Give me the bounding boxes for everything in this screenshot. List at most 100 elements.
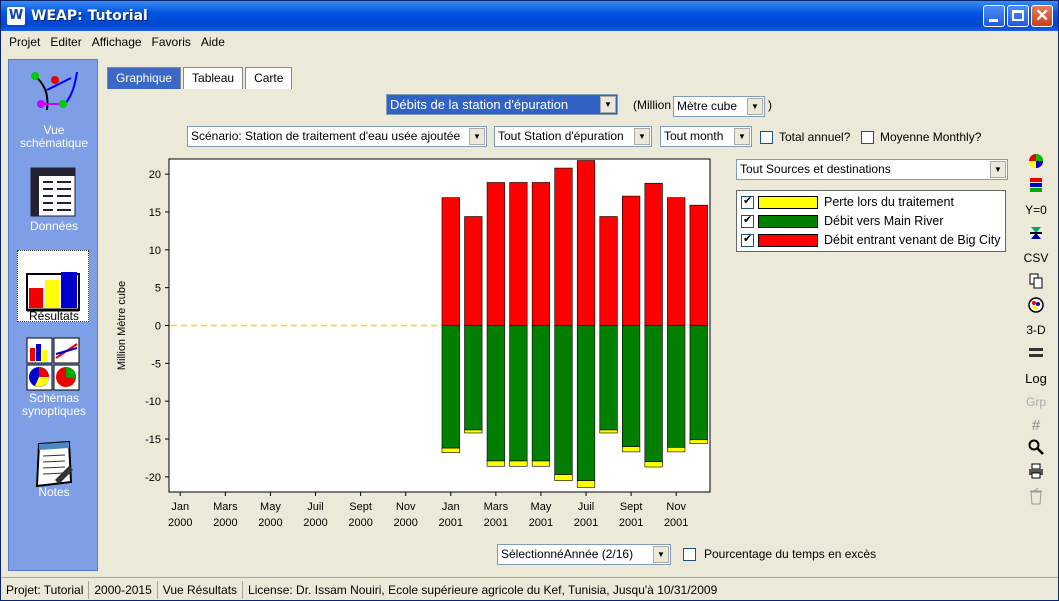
exceedance-label: Pourcentage du temps en excès <box>704 547 877 561</box>
window-title: WEAP: Tutorial <box>31 8 148 24</box>
y-tick-label: 5 <box>155 283 161 295</box>
y-tick-label: -10 <box>145 396 161 408</box>
total-annual-label: Total annuel? <box>779 130 851 144</box>
y-tick-label: -15 <box>145 434 161 446</box>
x-tick-label-year: 2001 <box>664 517 688 529</box>
check-icon: ✔ <box>743 213 753 226</box>
minimize-icon <box>989 19 998 22</box>
grid-icon: # <box>1031 417 1041 434</box>
csv-export-button[interactable]: CSV <box>1019 251 1053 265</box>
color-wheel-icon <box>1029 154 1043 168</box>
legend-swatch-main-river <box>758 214 818 228</box>
legend-checkbox-main-river[interactable]: ✔ <box>741 213 754 228</box>
bar-main-river <box>599 325 618 431</box>
legend-item-big-city[interactable]: ✔ Débit entrant venant de Big City <box>741 231 1001 249</box>
x-tick-label-month: Jan <box>171 501 189 513</box>
station-select-value: Tout Station d'épuration <box>498 129 624 143</box>
x-tick-label-year: 2000 <box>393 517 417 529</box>
bar-main-river <box>689 325 708 441</box>
scenario-select[interactable]: Scénario: Station de traitement d'eau us… <box>187 126 487 147</box>
x-tick-label-year: 2000 <box>348 517 372 529</box>
menu-affichage[interactable]: Affichage <box>90 33 144 51</box>
tab-graphique[interactable]: Graphique <box>107 67 182 89</box>
log-scale-button[interactable]: Log <box>1019 371 1053 386</box>
minimize-button[interactable] <box>983 5 1005 27</box>
x-tick-label-month: Nov <box>666 501 686 513</box>
bar-big-city <box>531 182 551 326</box>
bar-main-river <box>554 325 573 475</box>
line-icon <box>1029 348 1043 357</box>
title-bar: W WEAP: Tutorial ✕ <box>1 1 1058 31</box>
line-style-button[interactable] <box>1019 345 1053 362</box>
status-view: Vue Résultats <box>158 580 244 599</box>
menu-editer[interactable]: Editer <box>48 33 83 51</box>
x-tick-label-year: 2001 <box>619 517 643 529</box>
legend-swatch-loss <box>758 195 818 209</box>
notepad-icon <box>35 440 73 488</box>
legend-checkbox-loss[interactable]: ✔ <box>741 194 754 209</box>
legend-item-main-river[interactable]: ✔ Débit vers Main River <box>741 212 943 230</box>
x-tick-label-month: Sept <box>349 501 372 513</box>
delete-button[interactable] <box>1019 487 1053 508</box>
variable-select-value: Débits de la station d'épuration <box>390 97 569 112</box>
menu-projet[interactable]: Projet <box>7 33 42 51</box>
print-button[interactable] <box>1019 463 1053 482</box>
grid-button[interactable]: # <box>1019 417 1053 434</box>
x-tick-label-month: Nov <box>396 501 416 513</box>
x-tick-label-year: 2000 <box>168 517 192 529</box>
month-select[interactable]: Tout month ▼ <box>660 126 752 147</box>
bar-treatment-loss <box>689 439 708 444</box>
year-select[interactable]: SélectionnéAnnée (2/16) ▼ <box>497 544 671 565</box>
zoom-icon <box>1028 439 1044 455</box>
x-tick-label-year: 2000 <box>213 517 237 529</box>
close-icon: ✕ <box>1035 6 1050 25</box>
bar-main-river <box>644 325 663 463</box>
check-icon: ✔ <box>743 194 753 207</box>
3d-button[interactable]: 3-D <box>1019 323 1053 337</box>
x-tick-label-month: Jan <box>442 501 460 513</box>
legend-checkbox-big-city[interactable]: ✔ <box>741 233 754 247</box>
zoom-button[interactable] <box>1019 439 1053 458</box>
bar-treatment-loss <box>464 429 483 434</box>
sidebar-label-overviews: Schémas synoptiques <box>21 391 87 418</box>
palette-button[interactable] <box>1019 177 1053 196</box>
sources-select[interactable]: Tout Sources et destinations ▼ <box>736 159 1008 180</box>
menu-aide[interactable]: Aide <box>199 33 227 51</box>
bar-big-city <box>599 216 618 326</box>
app-window: W WEAP: Tutorial ✕ Projet Editer Afficha… <box>0 0 1059 601</box>
group-button[interactable]: Grp <box>1019 395 1053 409</box>
bar-big-city <box>509 182 528 326</box>
monthly-average-checkbox[interactable] <box>861 131 874 144</box>
station-select[interactable]: Tout Station d'épuration ▼ <box>494 126 652 147</box>
x-tick-label-year: 2001 <box>484 517 508 529</box>
y-zero-button[interactable]: Y=0 <box>1019 203 1053 217</box>
bar-main-river <box>531 325 551 462</box>
maximize-button[interactable] <box>1007 5 1029 27</box>
tab-carte[interactable]: Carte <box>245 67 293 89</box>
unit-prefix-label: (Million <box>633 98 672 112</box>
x-tick-label-month: Mars <box>213 501 238 513</box>
legend-item-loss[interactable]: ✔ Perte lors du traitement <box>741 193 954 211</box>
chevron-down-icon: ▼ <box>990 161 1006 178</box>
bar-treatment-loss <box>622 446 641 453</box>
close-button[interactable]: ✕ <box>1031 5 1053 27</box>
menu-favoris[interactable]: Favoris <box>150 33 193 51</box>
chart-type-button[interactable] <box>1019 297 1053 316</box>
copy-button[interactable] <box>1019 273 1053 292</box>
total-annual-checkbox[interactable] <box>760 131 773 144</box>
color-wheel-button[interactable] <box>1019 153 1053 172</box>
chart-toolbar: Y=0 CSV 3-D Log Grp # <box>1019 151 1053 541</box>
x-tick-label-year: 2001 <box>439 517 463 529</box>
menu-bar: Projet Editer Affichage Favoris Aide <box>1 31 1058 53</box>
bar-treatment-loss <box>554 474 573 481</box>
tab-tableau[interactable]: Tableau <box>183 67 244 89</box>
bar-treatment-loss <box>644 461 663 468</box>
stack-button[interactable] <box>1019 225 1053 244</box>
exceedance-checkbox[interactable] <box>683 548 696 561</box>
results-chart: 20 15 10 5 0 -5 -10 -15 -20 Million Mètre cube Jan… <box>116 158 711 529</box>
unit-select[interactable]: Mètre cube ▼ <box>673 96 765 117</box>
bar-big-city <box>576 160 596 326</box>
y-axis-label: Million Mètre cube <box>116 281 128 370</box>
x-tick-label-month: Juil <box>307 501 324 513</box>
variable-select[interactable]: Débits de la station d'épuration ▼ <box>386 94 618 115</box>
